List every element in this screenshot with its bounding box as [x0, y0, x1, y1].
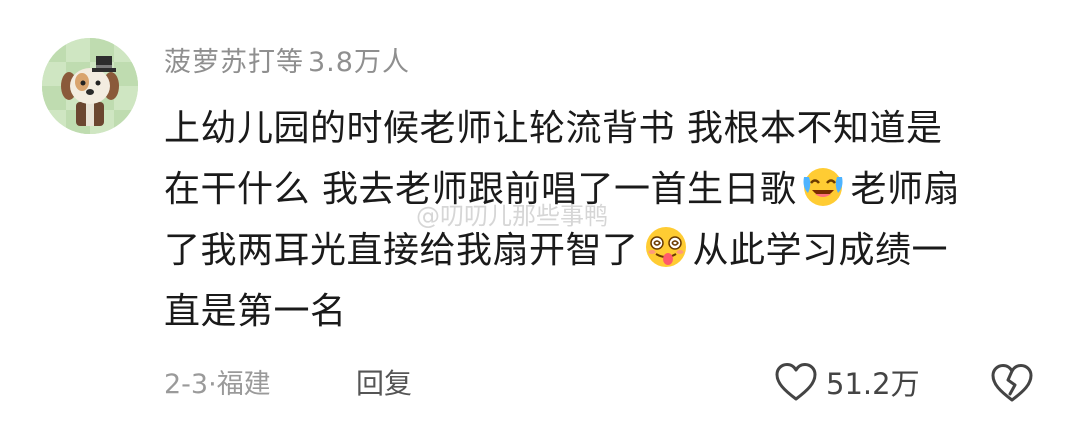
comment-meta: 2-3·福建: [164, 362, 271, 401]
comment-line-3: 老师扇: [850, 169, 960, 210]
laughing-crying-emoji-icon: [800, 163, 846, 209]
comment-date: 2-3·: [164, 369, 217, 400]
follower-count: 3.8万人: [308, 47, 410, 78]
like-button[interactable]: 51.2万: [774, 360, 920, 404]
comment-line-1: 上幼儿园的时候老师让轮流背书 我根本不知道是: [164, 108, 943, 149]
drunk-tongue-emoji-icon: [643, 224, 689, 270]
comment-location: 福建: [216, 369, 271, 400]
dog-avatar-icon: [42, 38, 138, 134]
heart-icon: [775, 363, 817, 401]
dislike-button[interactable]: [990, 360, 1034, 404]
comment-line-2: 在干什么 我去老师跟前唱了一首生日歌: [164, 169, 797, 210]
username-text: 菠萝苏打等: [164, 47, 304, 78]
username[interactable]: 菠萝苏打等 3.8万人: [164, 40, 410, 79]
avatar[interactable]: [42, 38, 138, 134]
comment-line-5: 从此学习成绩一: [692, 230, 949, 271]
comment-line-4: 了我两耳光直接给我扇开智了: [164, 230, 639, 271]
like-count: 51.2万: [826, 367, 920, 401]
reply-button[interactable]: 回复: [356, 362, 412, 402]
broken-heart-icon: [991, 364, 1033, 402]
comment-text: 上幼儿园的时候老师让轮流背书 我根本不知道是 在干什么 我去老师跟前唱了一首生日…: [164, 98, 1044, 342]
comment-line-6: 直是第一名: [164, 291, 347, 332]
comment-card: 菠萝苏打等 3.8万人 上幼儿园的时候老师让轮流背书 我根本不知道是 在干什么 我…: [0, 0, 1080, 424]
